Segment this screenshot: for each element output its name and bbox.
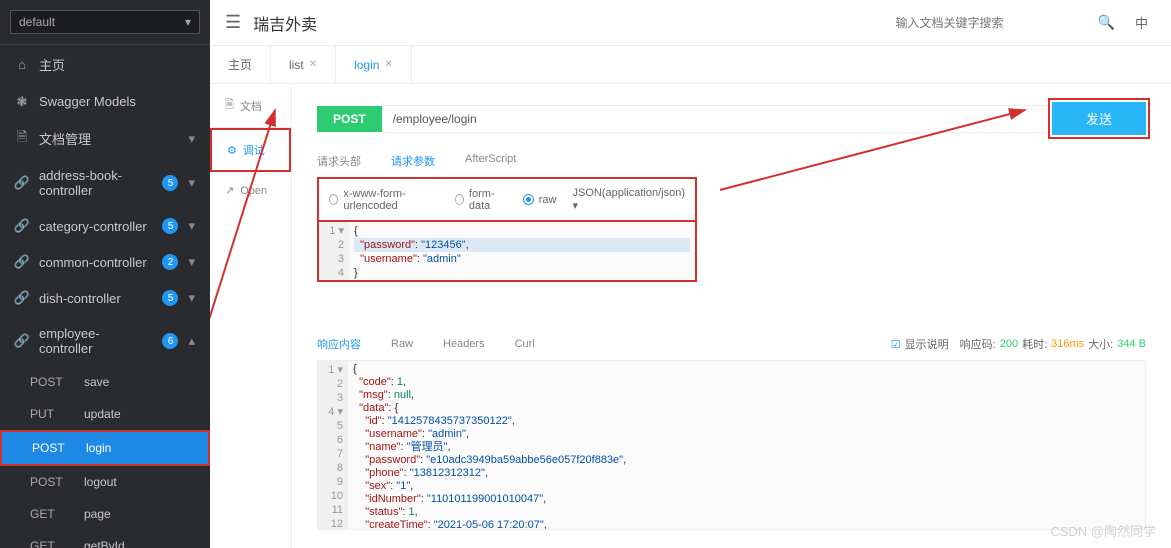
response-tabs: 响应内容 Raw Headers Curl ☑ 显示说明 响应码: 200 耗时… <box>317 328 1146 360</box>
rtab-body[interactable]: 响应内容 <box>317 336 361 352</box>
nav-home[interactable]: ⌂ 主页 <box>0 45 210 84</box>
content-type-select[interactable]: JSON(application/json) ▾ <box>573 187 686 212</box>
response-info: ☑ 显示说明 响应码: 200 耗时: 316ms 大小: 344 B <box>891 336 1146 352</box>
language-toggle[interactable]: 中 <box>1127 13 1156 32</box>
radio-icon <box>523 194 534 205</box>
project-selector[interactable]: default ▾ <box>10 10 200 34</box>
rtab-headers[interactable]: Headers <box>443 338 485 350</box>
method-badge: POST <box>317 106 382 132</box>
chevron-down-icon: ▾ <box>188 175 195 191</box>
endpoint-area: POST 发送 请求头部 请求参数 AfterScript x-www-form… <box>292 84 1171 548</box>
send-button[interactable]: 发送 <box>1052 102 1146 135</box>
radio-icon <box>329 194 338 205</box>
endpoint-login[interactable]: POST login <box>0 430 210 466</box>
search-icon[interactable]: 🔍 <box>1098 14 1115 31</box>
nav-controller-address-book[interactable]: 🔗 address-book-controller 5 ▾ <box>0 158 210 208</box>
radio-icon <box>455 194 464 205</box>
header: ☰ 瑞吉外卖 🔍 中 <box>210 0 1171 46</box>
endpoint-getbyid[interactable]: GET getById <box>0 530 210 548</box>
models-icon: ❃ <box>15 95 29 109</box>
endpoint-logout[interactable]: POST logout <box>0 466 210 498</box>
url-row: POST 发送 <box>317 102 1146 135</box>
status-code: 200 <box>1000 338 1018 350</box>
gutter: 1 ▾234 <box>319 222 349 280</box>
link-icon: 🔗 <box>15 255 29 269</box>
nav-controller-common[interactable]: 🔗 common-controller 2 ▾ <box>0 244 210 280</box>
link-icon: 🔗 <box>15 219 29 233</box>
mode-debug[interactable]: ⚙ 调试 <box>210 128 291 172</box>
tab-login[interactable]: login ✕ <box>336 46 412 83</box>
count-badge: 6 <box>162 333 178 349</box>
ptab-afterscript[interactable]: AfterScript <box>465 153 516 169</box>
open-icon: ↗ <box>225 184 234 197</box>
nav-swagger-label: Swagger Models <box>39 94 195 109</box>
home-icon: ⌂ <box>15 58 29 72</box>
chevron-down-icon: ▾ <box>185 15 191 29</box>
doc-icon: 🗎 <box>15 132 29 146</box>
ptab-headers[interactable]: 请求头部 <box>317 153 361 169</box>
mode-open[interactable]: ↗ Open <box>210 172 291 209</box>
mode-doc[interactable]: 🗎 文档 <box>210 84 291 128</box>
tab-home[interactable]: 主页 <box>210 46 271 83</box>
nav-controller-employee[interactable]: 🔗 employee-controller 6 ▴ <box>0 316 210 366</box>
main-area: ☰ 瑞吉外卖 🔍 中 主页 list ✕ login ✕ 🗎 文档 ⚙ 调试 <box>210 0 1171 548</box>
chevron-down-icon: ▾ <box>188 254 195 270</box>
link-icon: 🔗 <box>15 291 29 305</box>
search-input[interactable] <box>886 11 1086 35</box>
doc-icon: 🗎 <box>225 96 234 115</box>
link-icon: 🔗 <box>15 334 29 348</box>
code-area: { "code": 1, "msg": null, "data": { "id"… <box>348 361 1145 529</box>
chevron-up-icon: ▴ <box>188 333 195 349</box>
count-badge: 5 <box>162 218 178 234</box>
radio-formdata[interactable]: form-data <box>455 188 507 212</box>
nav-controller-dish[interactable]: 🔗 dish-controller 5 ▾ <box>0 280 210 316</box>
nav-home-label: 主页 <box>39 55 195 74</box>
nav-controller-category[interactable]: 🔗 category-controller 5 ▾ <box>0 208 210 244</box>
body-type-row: x-www-form-urlencoded form-data raw JSON… <box>317 177 697 222</box>
endpoint-page[interactable]: GET page <box>0 498 210 530</box>
checkbox-icon[interactable]: ☑ <box>891 338 901 351</box>
app-title: 瑞吉外卖 <box>253 11 873 35</box>
code-area[interactable]: { "password": "123456", "username": "adm… <box>349 222 695 280</box>
nav-swagger-models[interactable]: ❃ Swagger Models <box>0 84 210 119</box>
chevron-down-icon: ▾ <box>188 218 195 234</box>
radio-urlencoded[interactable]: x-www-form-urlencoded <box>329 188 439 212</box>
bug-icon: ⚙ <box>227 144 237 157</box>
close-icon[interactable]: ✕ <box>309 59 317 70</box>
content: 🗎 文档 ⚙ 调试 ↗ Open POST 发送 请求头部 请求参数 <box>210 84 1171 548</box>
response-body-editor[interactable]: 1 ▾234 ▾56789101112131415161718 ▾ { "cod… <box>317 360 1146 530</box>
selector-label: default <box>19 15 55 29</box>
endpoint-save[interactable]: POST save <box>0 366 210 398</box>
param-tabs: 请求头部 请求参数 AfterScript <box>317 145 1146 177</box>
gutter: 1 ▾234 ▾56789101112131415161718 ▾ <box>318 361 348 529</box>
link-icon: 🔗 <box>15 176 29 190</box>
tab-list[interactable]: list ✕ <box>271 46 336 83</box>
url-input[interactable] <box>382 105 1052 133</box>
response-time: 316ms <box>1051 338 1084 350</box>
endpoint-update[interactable]: PUT update <box>0 398 210 430</box>
chevron-down-icon: ▾ <box>188 131 195 147</box>
rtab-raw[interactable]: Raw <box>391 338 413 350</box>
rtab-curl[interactable]: Curl <box>515 338 535 350</box>
response-size: 344 B <box>1117 338 1146 350</box>
count-badge: 5 <box>162 175 178 191</box>
sidebar-selector-wrap: default ▾ <box>0 0 210 45</box>
view-mode-panel: 🗎 文档 ⚙ 调试 ↗ Open <box>210 84 292 548</box>
request-body-editor[interactable]: 1 ▾234 { "password": "123456", "username… <box>317 222 697 282</box>
nav-docs-label: 文档管理 <box>39 129 178 148</box>
menu-toggle-icon[interactable]: ☰ <box>225 12 241 33</box>
sidebar: default ▾ ⌂ 主页 ❃ Swagger Models 🗎 文档管理 ▾… <box>0 0 210 548</box>
count-badge: 5 <box>162 290 178 306</box>
nav: ⌂ 主页 ❃ Swagger Models 🗎 文档管理 ▾ 🔗 address… <box>0 45 210 548</box>
radio-raw[interactable]: raw <box>523 194 557 206</box>
nav-docs[interactable]: 🗎 文档管理 ▾ <box>0 119 210 158</box>
chevron-down-icon: ▾ <box>188 290 195 306</box>
close-icon[interactable]: ✕ <box>384 59 392 70</box>
ptab-params[interactable]: 请求参数 <box>391 153 435 169</box>
count-badge: 2 <box>162 254 178 270</box>
doc-tabs: 主页 list ✕ login ✕ <box>210 46 1171 84</box>
